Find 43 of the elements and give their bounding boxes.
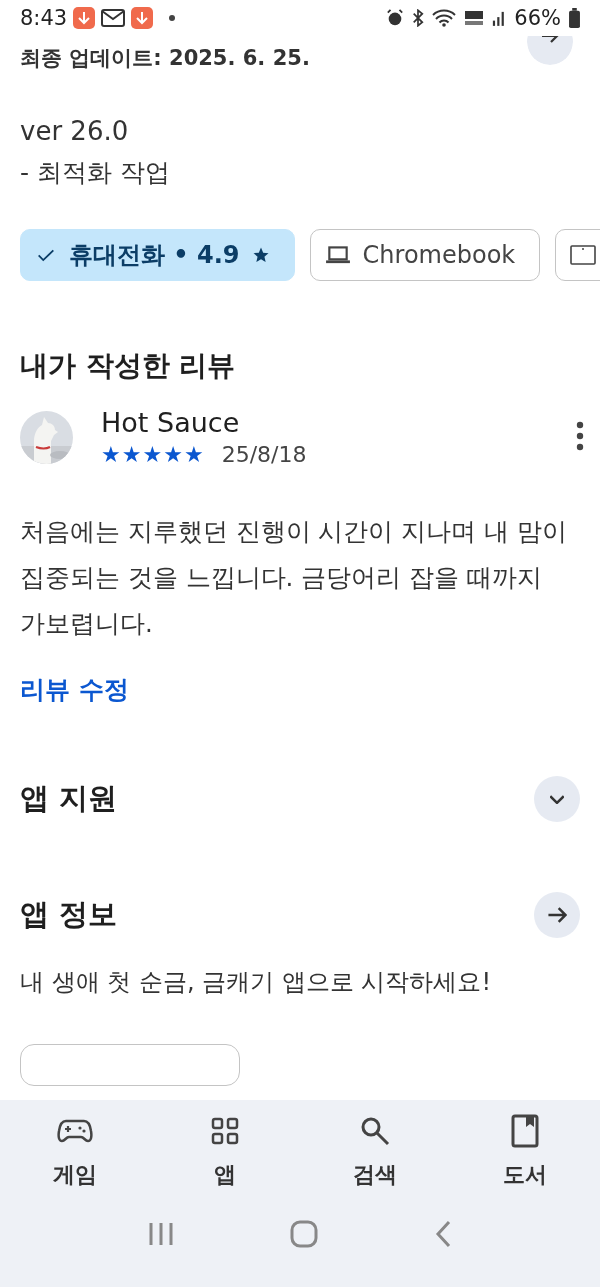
device-chip[interactable]: 휴대전화 • 4.9 [20, 229, 295, 281]
wifi-icon [432, 9, 457, 27]
section-heading: 내가 작성한 리뷰 [20, 348, 237, 384]
clock: 8:43 [20, 6, 68, 30]
nav-tab[interactable]: 도서 [450, 1100, 600, 1212]
nav-tab[interactable]: 앱 [150, 1100, 300, 1212]
star-icon [251, 246, 270, 264]
bluetooth-icon [412, 9, 425, 27]
recent-apps-icon[interactable] [148, 1221, 174, 1247]
star-icon: ★ [101, 442, 121, 467]
app-description: 내 생애 첫 순금, 금캐기 앱으로 시작하세요! [20, 967, 493, 998]
home-icon[interactable] [290, 1220, 318, 1248]
notification-dot-icon [169, 15, 176, 21]
device-chip[interactable]: Chromebook [309, 229, 541, 281]
tablet-icon [570, 245, 597, 265]
signal-icon [492, 9, 507, 27]
review-text: 처음에는 지루했던 진행이 시간이 지나며 내 맘이 집중되는 것을 느낍니다. 금당어리 잡을 때까지 가보렵니다. [20, 516, 568, 640]
arrow-icon [547, 907, 567, 923]
download-app-icon [131, 7, 154, 29]
section-title: 앱 지원 [20, 780, 118, 817]
chevron-down-icon [550, 794, 564, 804]
battery-icon [569, 8, 580, 28]
nav-tab[interactable]: 게임 [0, 1100, 150, 1212]
version-text: ver 26.0 [20, 116, 130, 146]
star-icon: ★ [163, 442, 183, 467]
book-icon [511, 1114, 539, 1148]
alarm-icon [386, 9, 405, 27]
edit-review-link[interactable]: 리뷰 수정 [20, 673, 129, 706]
star-icon: ★ [121, 442, 142, 467]
battery-percentage: 66% [514, 6, 561, 30]
back-icon[interactable] [434, 1220, 452, 1248]
last-updated-text: 최종 업데이트: 2025. 6. 25. [20, 45, 310, 72]
mail-icon [101, 9, 126, 27]
reviewer-name: Hot Sauce [101, 407, 241, 438]
star-icon: ★ [183, 442, 204, 467]
review-date: 25/8/18 [221, 442, 307, 467]
nav-tab[interactable]: 검색 [300, 1100, 450, 1212]
star-icon: ★ [142, 442, 163, 467]
arrow-button[interactable] [534, 892, 580, 938]
download-app-icon [73, 7, 96, 29]
section-title: 앱 정보 [20, 896, 118, 933]
arrow-button[interactable] [527, 36, 573, 65]
release-notes: - 최적화 작업 [20, 157, 171, 189]
